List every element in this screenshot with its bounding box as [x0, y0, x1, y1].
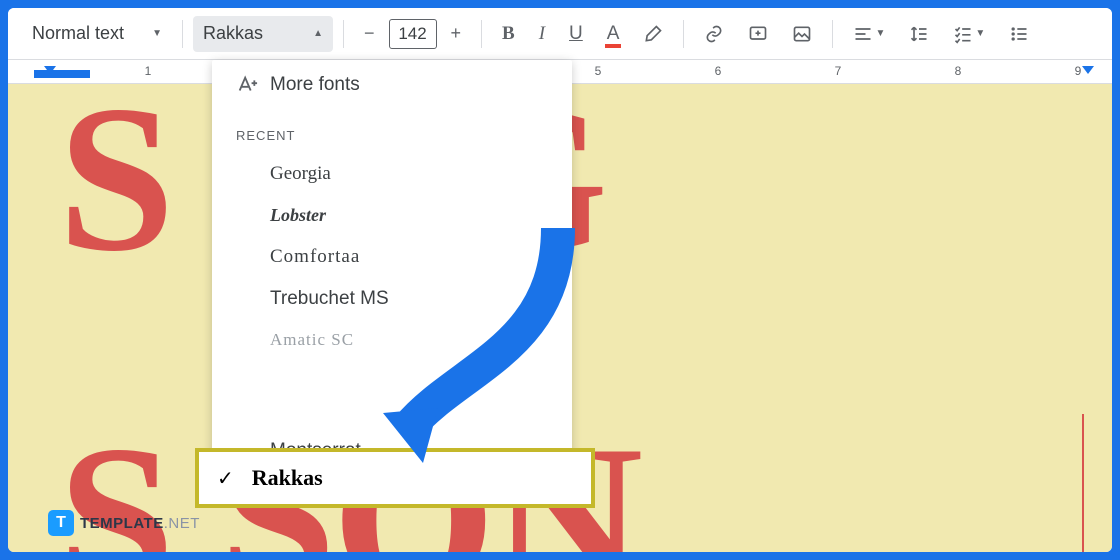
checkmark-icon: ✓	[217, 466, 234, 491]
font-size-group: − +	[354, 16, 471, 52]
image-icon	[792, 24, 812, 44]
more-fonts-item[interactable]: More fonts	[212, 60, 572, 110]
dropdown-triangle-icon: ▼	[975, 28, 985, 39]
callout-arrow-icon	[368, 208, 588, 468]
separator	[182, 20, 183, 48]
increase-font-size-button[interactable]: +	[441, 16, 472, 52]
font-item-label: Rakkas	[252, 465, 323, 491]
text-cursor	[1082, 414, 1084, 552]
recent-header: RECENT	[212, 110, 572, 153]
font-item-georgia[interactable]: Georgia	[212, 153, 572, 195]
ruler-mark: 6	[715, 64, 722, 78]
line-spacing-button[interactable]	[899, 16, 939, 52]
highlight-color-button[interactable]	[633, 16, 673, 52]
ruler-mark: 9	[1075, 64, 1082, 78]
toolbar: Normal text ▼ Rakkas ▲ − + B I U A	[8, 8, 1112, 60]
highlighter-icon	[643, 24, 663, 44]
brand-watermark: T TEMPLATE.NET	[48, 510, 200, 536]
align-button[interactable]: ▼	[843, 16, 895, 52]
bulleted-list-icon	[1009, 24, 1029, 44]
ruler-indent-marker[interactable]	[44, 66, 56, 74]
insert-image-button[interactable]	[782, 16, 822, 52]
ruler-mark: 8	[955, 64, 962, 78]
decrease-font-size-button[interactable]: −	[354, 16, 385, 52]
dropdown-triangle-icon: ▲	[313, 28, 323, 39]
underline-button[interactable]: U	[559, 16, 593, 52]
app-frame: Normal text ▼ Rakkas ▲ − + B I U A	[8, 8, 1112, 552]
text-color-button[interactable]: A	[597, 16, 630, 52]
separator	[683, 20, 684, 48]
align-icon	[853, 24, 873, 44]
add-comment-button[interactable]	[738, 16, 778, 52]
more-fonts-label: More fonts	[270, 74, 360, 96]
text-color-swatch	[605, 44, 622, 48]
comment-icon	[748, 24, 768, 44]
bulleted-list-button[interactable]	[999, 16, 1039, 52]
paragraph-style-select[interactable]: Normal text ▼	[22, 16, 172, 52]
brand-text: TEMPLATE.NET	[80, 515, 200, 532]
font-size-input[interactable]	[389, 19, 437, 49]
checklist-button[interactable]: ▼	[943, 16, 995, 52]
ruler-right-indent-marker[interactable]	[1082, 66, 1094, 74]
brand-logo-icon: T	[48, 510, 74, 536]
link-icon	[704, 24, 724, 44]
separator	[832, 20, 833, 48]
dropdown-triangle-icon: ▼	[152, 28, 162, 39]
ruler-mark: 7	[835, 64, 842, 78]
separator	[343, 20, 344, 48]
separator	[481, 20, 482, 48]
font-family-label: Rakkas	[203, 23, 263, 44]
dropdown-triangle-icon: ▼	[875, 28, 885, 39]
paragraph-style-label: Normal text	[32, 23, 124, 44]
checklist-icon	[953, 24, 973, 44]
font-family-select[interactable]: Rakkas ▲	[193, 16, 333, 52]
line-spacing-icon	[909, 24, 929, 44]
italic-button[interactable]: I	[529, 16, 555, 52]
more-fonts-icon	[236, 74, 270, 96]
insert-link-button[interactable]	[694, 16, 734, 52]
bold-button[interactable]: B	[492, 16, 525, 52]
